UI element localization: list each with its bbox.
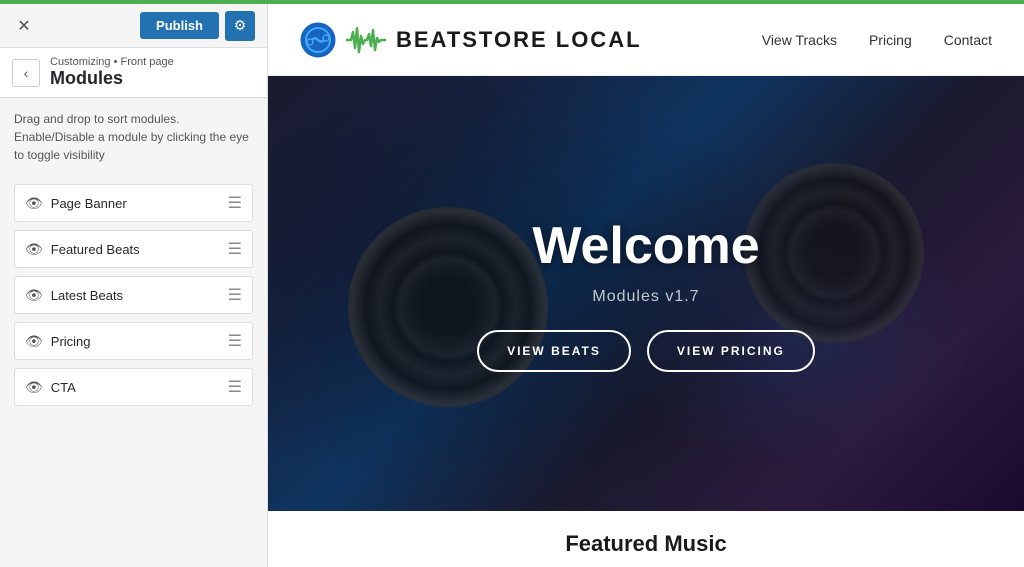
visibility-icon-page-banner[interactable]: 👁 <box>25 195 43 212</box>
nav-view-tracks[interactable]: View Tracks <box>762 32 837 48</box>
panel-header: ✕ Publish ⚙ <box>0 4 267 48</box>
publish-button[interactable]: Publish <box>140 12 219 39</box>
close-button[interactable]: ✕ <box>12 14 36 38</box>
module-label-pricing: Pricing <box>51 334 91 349</box>
back-button[interactable]: ‹ <box>12 59 40 87</box>
drag-handle-latest-beats[interactable]: ☰ <box>228 285 242 305</box>
module-item-featured-beats[interactable]: 👁 Featured Beats ☰ <box>14 230 253 268</box>
drag-handle-pricing[interactable]: ☰ <box>228 331 242 351</box>
site-preview: BEATSTORE LOCAL View Tracks Pricing Cont… <box>268 4 1024 567</box>
drag-handle-cta[interactable]: ☰ <box>228 377 242 397</box>
nav-pricing[interactable]: Pricing <box>869 32 912 48</box>
back-icon: ‹ <box>24 65 29 81</box>
module-label-page-banner: Page Banner <box>51 196 127 211</box>
panel-title: Modules <box>50 68 174 89</box>
view-beats-button[interactable]: VIEW BEATS <box>477 330 631 372</box>
module-item-cta[interactable]: 👁 CTA ☰ <box>14 368 253 406</box>
site-nav: View Tracks Pricing Contact <box>762 32 992 48</box>
drag-handle-page-banner[interactable]: ☰ <box>228 193 242 213</box>
breadcrumb: Customizing • Front page <box>50 56 174 68</box>
module-item-pricing[interactable]: 👁 Pricing ☰ <box>14 322 253 360</box>
view-pricing-button[interactable]: VIEW PRICING <box>647 330 815 372</box>
customizer-panel: ✕ Publish ⚙ ‹ Customizing • Front page M… <box>0 4 268 567</box>
panel-nav: ‹ Customizing • Front page Modules <box>0 48 267 98</box>
hero-text-area: Welcome Modules v1.7 VIEW BEATS VIEW PRI… <box>268 76 1024 511</box>
breadcrumb-area: Customizing • Front page Modules <box>50 56 174 89</box>
module-item-latest-beats[interactable]: 👁 Latest Beats ☰ <box>14 276 253 314</box>
hero-title: Welcome <box>532 216 759 276</box>
visibility-icon-pricing[interactable]: 👁 <box>25 333 43 350</box>
hero-subtitle: Modules v1.7 <box>592 288 699 306</box>
hero-section: Welcome Modules v1.7 VIEW BEATS VIEW PRI… <box>268 76 1024 511</box>
module-label-latest-beats: Latest Beats <box>51 288 123 303</box>
module-label-featured-beats: Featured Beats <box>51 242 140 257</box>
featured-title: Featured Music <box>300 531 992 557</box>
module-label-cta: CTA <box>51 380 76 395</box>
publish-area: Publish ⚙ <box>140 11 255 41</box>
visibility-icon-latest-beats[interactable]: 👁 <box>25 287 43 304</box>
site-header: BEATSTORE LOCAL View Tracks Pricing Cont… <box>268 4 1024 76</box>
drag-handle-featured-beats[interactable]: ☰ <box>228 239 242 259</box>
visibility-icon-featured-beats[interactable]: 👁 <box>25 241 43 258</box>
logo-icon <box>300 22 336 58</box>
site-logo: BEATSTORE LOCAL <box>300 22 642 58</box>
gear-icon: ⚙ <box>234 17 247 34</box>
waveform-icon <box>346 26 386 54</box>
site-name: BEATSTORE LOCAL <box>396 27 642 53</box>
modules-list: 👁 Page Banner ☰ 👁 Featured Beats ☰ 👁 Lat… <box>0 176 267 414</box>
panel-instructions: Drag and drop to sort modules. Enable/Di… <box>0 98 267 176</box>
nav-contact[interactable]: Contact <box>944 32 992 48</box>
featured-section: Featured Music <box>268 511 1024 567</box>
hero-buttons: VIEW BEATS VIEW PRICING <box>477 330 815 372</box>
module-item-page-banner[interactable]: 👁 Page Banner ☰ <box>14 184 253 222</box>
panel-header-left: ✕ <box>12 14 36 38</box>
visibility-icon-cta[interactable]: 👁 <box>25 379 43 396</box>
gear-button[interactable]: ⚙ <box>225 11 255 41</box>
